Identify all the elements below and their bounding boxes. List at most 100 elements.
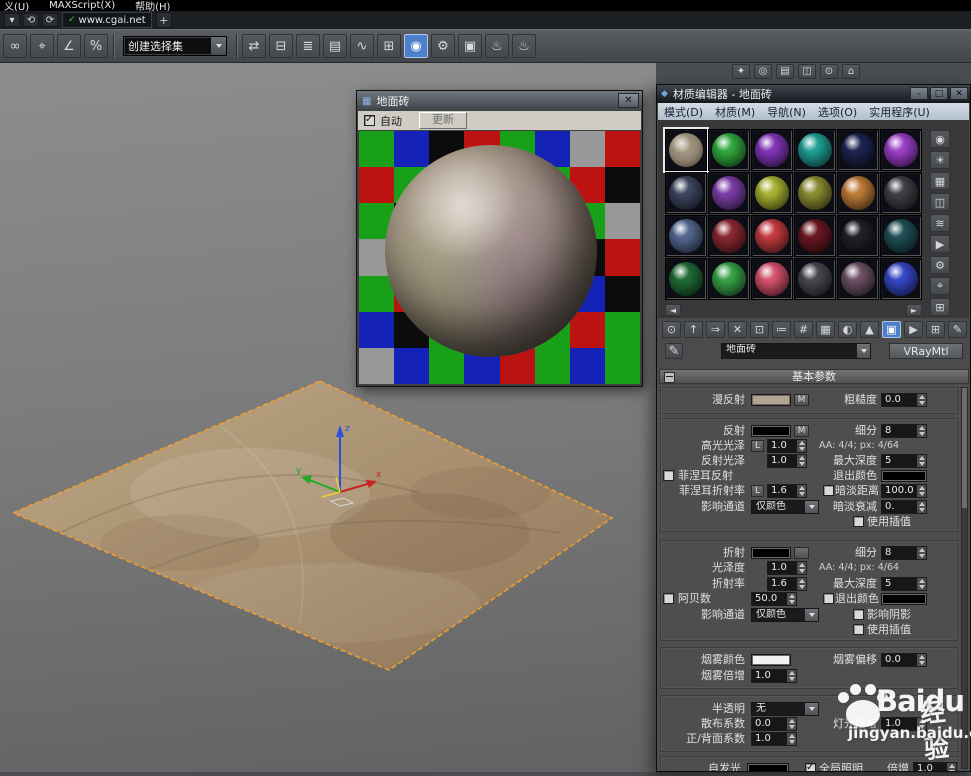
- roughness-spinner[interactable]: 0.0: [881, 393, 927, 407]
- dim-distance-spinner[interactable]: 100.0: [881, 484, 927, 498]
- show-end-result-icon[interactable]: ◐: [838, 321, 857, 338]
- layer-manager-icon[interactable]: ≣: [296, 34, 320, 58]
- menu-options[interactable]: 选项(O): [818, 104, 857, 120]
- redo-icon[interactable]: ⟳: [42, 13, 58, 27]
- abbe-spinner[interactable]: 50.0: [751, 592, 797, 606]
- put-to-scene-icon[interactable]: ↑: [684, 321, 703, 338]
- pick-material-dropper-icon[interactable]: ✎: [665, 343, 683, 359]
- material-sample-slot[interactable]: [837, 129, 879, 171]
- light-mult-spinner[interactable]: 1.0: [881, 717, 927, 731]
- self-illum-swatch[interactable]: [747, 763, 789, 771]
- get-material-icon[interactable]: ⊙: [662, 321, 681, 338]
- fresnel-ior-lock-button[interactable]: L: [751, 485, 764, 497]
- material-sample-slot[interactable]: [880, 172, 922, 214]
- options-icon[interactable]: ⚙: [930, 256, 950, 274]
- reset-map-icon[interactable]: ✕: [728, 321, 747, 338]
- render-production-icon[interactable]: ♨: [485, 34, 509, 58]
- chevron-down-icon[interactable]: [857, 344, 870, 358]
- put-to-library-icon[interactable]: ≔: [772, 321, 791, 338]
- systems-icon[interactable]: ◫: [798, 64, 816, 79]
- material-sample-slot[interactable]: [880, 258, 922, 300]
- material-sample-slot[interactable]: [794, 258, 836, 300]
- params-scrollbar[interactable]: [961, 387, 968, 769]
- hilight-gloss-spinner[interactable]: 1.0: [767, 439, 807, 453]
- material-sample-slot[interactable]: [708, 129, 750, 171]
- material-sample-slot[interactable]: [880, 129, 922, 171]
- translucency-select[interactable]: 无: [751, 702, 819, 716]
- scroll-right-button[interactable]: ►: [906, 304, 922, 316]
- render-iterative-icon[interactable]: ♨: [512, 34, 536, 58]
- material-sample-slot[interactable]: [837, 172, 879, 214]
- fresnel-checkbox[interactable]: [663, 470, 674, 481]
- sample-tiling-icon[interactable]: ◫: [930, 193, 950, 211]
- fb-coeff-spinner[interactable]: 1.0: [751, 732, 797, 746]
- material-sample-slot[interactable]: [708, 172, 750, 214]
- close-button[interactable]: ✕: [950, 87, 968, 100]
- reflect-interpolation-checkbox[interactable]: [853, 516, 864, 527]
- material-sample-slot[interactable]: [837, 258, 879, 300]
- workspace-icon[interactable]: ▾: [4, 13, 20, 27]
- material-sample-slot[interactable]: [665, 172, 707, 214]
- diffuse-map-button[interactable]: M: [794, 394, 809, 406]
- pick-material-icon[interactable]: ✎: [948, 321, 967, 338]
- preview-title-bar[interactable]: ▦ 地面砖 ✕: [357, 91, 642, 111]
- menu-material[interactable]: 材质(M): [715, 104, 755, 120]
- refract-interpolation-checkbox[interactable]: [853, 624, 864, 635]
- render-setup-icon[interactable]: ⚙: [431, 34, 455, 58]
- background-icon[interactable]: ▦: [930, 172, 950, 190]
- material-sample-slot[interactable]: [837, 215, 879, 257]
- curve-editor-icon[interactable]: ∿: [350, 34, 374, 58]
- reflect-color-swatch[interactable]: [751, 425, 791, 437]
- go-forward-icon[interactable]: ▶: [904, 321, 923, 338]
- abbe-checkbox[interactable]: [663, 593, 674, 604]
- sample-uv-tiling-icon[interactable]: ⊞: [926, 321, 945, 338]
- show-map-in-viewport-icon[interactable]: ▣: [882, 321, 901, 338]
- reflect-map-button[interactable]: M: [794, 425, 809, 437]
- scrollbar-thumb[interactable]: [962, 388, 967, 508]
- dim-falloff-spinner[interactable]: 0.: [881, 500, 927, 514]
- sample-type-icon[interactable]: ◉: [930, 130, 950, 148]
- gi-mult-spinner[interactable]: 1.0: [913, 762, 957, 771]
- rollout-basic-params[interactable]: 基本参数: [659, 369, 969, 384]
- maximize-button[interactable]: □: [930, 87, 948, 100]
- material-sample-slot[interactable]: [751, 215, 793, 257]
- diffuse-color-swatch[interactable]: [751, 394, 791, 406]
- camera-icon[interactable]: ◎: [754, 64, 772, 79]
- select-and-link-icon[interactable]: ∞: [3, 34, 27, 58]
- schematic-view-icon[interactable]: ⊞: [377, 34, 401, 58]
- reflect-max-depth-spinner[interactable]: 5: [881, 454, 927, 468]
- video-color-check-icon[interactable]: ≋: [930, 214, 950, 232]
- align-icon[interactable]: ⊟: [269, 34, 293, 58]
- menu-maxscript[interactable]: MAXScript(X): [49, 0, 115, 11]
- material-sample-slot[interactable]: [880, 215, 922, 257]
- assign-to-selection-icon[interactable]: ⇒: [706, 321, 725, 338]
- go-to-parent-icon[interactable]: ▲: [860, 321, 879, 338]
- material-sample-slot[interactable]: [751, 258, 793, 300]
- affect-channels-select[interactable]: 仅颜色: [751, 500, 819, 514]
- dim-distance-checkbox[interactable]: [823, 485, 834, 496]
- percent-snap-icon[interactable]: %: [84, 34, 108, 58]
- angle-snap-icon[interactable]: ∠: [57, 34, 81, 58]
- refract-map-button[interactable]: [794, 547, 809, 559]
- material-sample-slot[interactable]: [794, 129, 836, 171]
- chevron-down-icon[interactable]: [211, 37, 226, 55]
- material-sample-slot[interactable]: [794, 215, 836, 257]
- hilight-lock-button[interactable]: L: [751, 440, 764, 452]
- ior-spinner[interactable]: 1.6: [767, 577, 807, 591]
- gi-checkbox[interactable]: [805, 762, 816, 771]
- make-preview-icon[interactable]: ▶: [930, 235, 950, 253]
- minimize-button[interactable]: –: [910, 87, 928, 100]
- refract-exit-color-checkbox[interactable]: [823, 593, 834, 604]
- fog-bias-spinner[interactable]: 0.0: [881, 653, 927, 667]
- ribbon-icon[interactable]: ▤: [323, 34, 347, 58]
- editor-title-bar[interactable]: ◆ 材质编辑器 - 地面砖 – □ ✕: [657, 85, 970, 103]
- material-sample-slot[interactable]: [708, 215, 750, 257]
- backlight-icon[interactable]: ☀: [930, 151, 950, 169]
- material-sample-slot[interactable]: [751, 172, 793, 214]
- material-sample-slot[interactable]: [751, 129, 793, 171]
- light-icon[interactable]: ✦: [732, 64, 750, 79]
- material-sample-slot[interactable]: [665, 215, 707, 257]
- fog-mult-spinner[interactable]: 1.0: [751, 669, 797, 683]
- reflect-subdivs-spinner[interactable]: 8: [881, 424, 927, 438]
- menu-mode[interactable]: 模式(D): [664, 104, 703, 120]
